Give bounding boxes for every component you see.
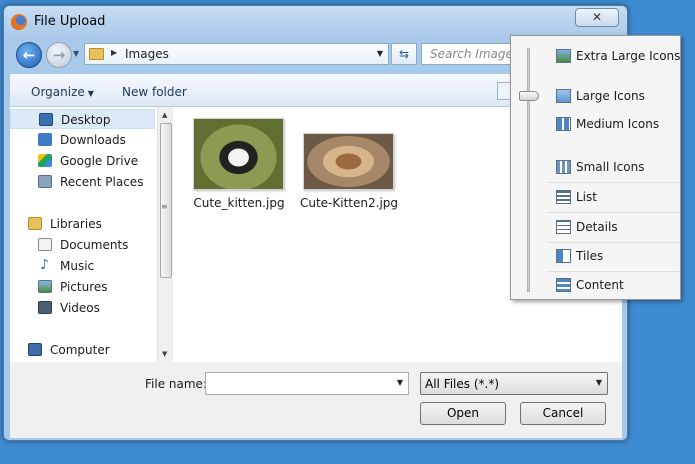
window-title: File Upload [34,14,106,29]
breadcrumb-arrow-icon[interactable]: ▶ [111,48,117,57]
recent-locations-dropdown-icon[interactable]: ▼ [73,49,79,58]
chevron-down-icon: ▼ [87,89,94,98]
view-slider-thumb[interactable] [519,91,539,101]
navigation-pane: Desktop Downloads Google Drive Recent Pl… [10,107,173,362]
small-icons-icon [556,160,571,174]
search-input[interactable]: Search Images [421,43,521,65]
forward-button[interactable]: → [46,42,72,68]
breadcrumb[interactable]: Images [125,47,169,61]
view-slider-track[interactable] [527,48,530,292]
address-bar[interactable]: ▶ Images ▼ [84,43,389,65]
view-menu: Extra Large Icons Large Icons Medium Ico… [510,35,681,300]
view-item-label: Tiles [576,249,604,263]
chevron-down-icon: ▼ [595,378,602,387]
search-placeholder: Search Images [430,47,520,61]
open-button[interactable]: Open [420,402,506,425]
view-small-icons[interactable]: Small Icons [547,154,680,181]
nav-item-google-drive[interactable]: Google Drive [10,151,155,171]
nav-item-label: Music [60,259,95,273]
nav-item-label: Recent Places [60,175,144,189]
nav-item-music[interactable]: ♪ Music [10,256,155,276]
file-name-label: File name: [145,377,207,391]
scroll-thumb[interactable] [160,123,172,278]
extra-large-icons-icon [556,49,571,63]
computer-icon [28,343,42,356]
nav-item-libraries[interactable]: Libraries [10,214,155,234]
nav-scrollbar[interactable]: ▲ ≡ ▼ [157,107,173,362]
nav-item-label: Desktop [61,113,111,127]
nav-item-label: Documents [60,238,129,252]
bottom-bar: File name: ▼ All Files (*.*) ▼ Open Canc… [10,362,622,438]
view-item-label: List [576,190,597,204]
close-button[interactable]: ✕ [575,8,619,27]
file-name-input[interactable]: ▼ [205,372,409,395]
libraries-icon [28,217,42,230]
nav-item-label: Libraries [50,217,102,231]
large-icons-icon [556,89,571,103]
nav-item-recent-places[interactable]: Recent Places [10,172,155,192]
desktop-icon [39,113,53,126]
view-menu-separator [547,212,680,213]
view-details[interactable]: Details [547,214,680,241]
nav-item-label: Pictures [60,280,108,294]
nav-item-videos[interactable]: Videos [10,298,155,318]
nav-item-label: Google Drive [60,154,139,168]
firefox-icon [11,14,27,30]
list-icon [556,190,571,204]
nav-item-label: Downloads [60,133,126,147]
view-item-label: Medium Icons [576,117,660,131]
view-large-icons[interactable]: Large Icons [547,83,680,110]
new-folder-button[interactable]: New folder [122,85,187,99]
nav-item-label: Computer [50,343,110,357]
view-item-label: Content [576,278,624,292]
view-menu-separator [547,182,680,183]
nav-item-label: Videos [60,301,100,315]
nav-item-downloads[interactable]: Downloads [10,130,155,150]
scroll-down-icon[interactable]: ▼ [162,350,167,358]
view-extra-large-icons[interactable]: Extra Large Icons [547,43,680,70]
organize-label: Organize [31,85,85,99]
content-icon [556,278,571,292]
view-item-label: Large Icons [576,89,645,103]
file-item[interactable]: Cute_kitten.jpg [193,118,285,210]
back-button[interactable]: ← [16,42,42,68]
file-name-dropdown-icon[interactable]: ▼ [397,378,403,387]
file-name: Cute-Kitten2.jpg [299,196,399,210]
documents-icon [38,238,52,251]
nav-item-documents[interactable]: Documents [10,235,155,255]
downloads-icon [38,133,52,146]
cancel-button[interactable]: Cancel [520,402,606,425]
view-content[interactable]: Content [547,272,680,299]
file-name: Cute_kitten.jpg [193,196,285,210]
details-icon [556,220,571,234]
title-bar: File Upload ✕ [4,6,627,38]
address-dropdown-icon[interactable]: ▼ [377,49,383,58]
file-type-select[interactable]: All Files (*.*) ▼ [420,372,608,395]
view-list[interactable]: List [547,184,680,211]
view-tiles[interactable]: Tiles [547,243,680,270]
recent-places-icon [38,175,52,188]
kitten-thumbnail [193,118,284,190]
nav-item-computer[interactable]: Computer [10,340,155,360]
medium-icons-icon [556,117,571,131]
music-icon: ♪ [40,257,49,273]
scroll-grip-icon: ≡ [161,202,168,211]
videos-icon [38,301,52,314]
folder-icon [89,48,104,60]
pictures-icon [38,280,52,293]
google-drive-icon [38,154,52,167]
view-item-label: Extra Large Icons [576,49,681,63]
kitten-thumbnail [303,133,394,190]
view-item-label: Small Icons [576,160,645,174]
organize-button[interactable]: Organize ▼ [31,85,94,99]
tiles-icon [556,249,571,263]
nav-item-pictures[interactable]: Pictures [10,277,155,297]
file-type-value: All Files (*.*) [425,377,500,391]
nav-item-desktop[interactable]: Desktop [10,109,155,129]
view-medium-icons[interactable]: Medium Icons [547,111,680,138]
scroll-up-icon[interactable]: ▲ [162,111,167,119]
refresh-button[interactable]: ⇆ [391,43,417,65]
view-item-label: Details [576,220,618,234]
file-item[interactable]: Cute-Kitten2.jpg [299,133,399,210]
